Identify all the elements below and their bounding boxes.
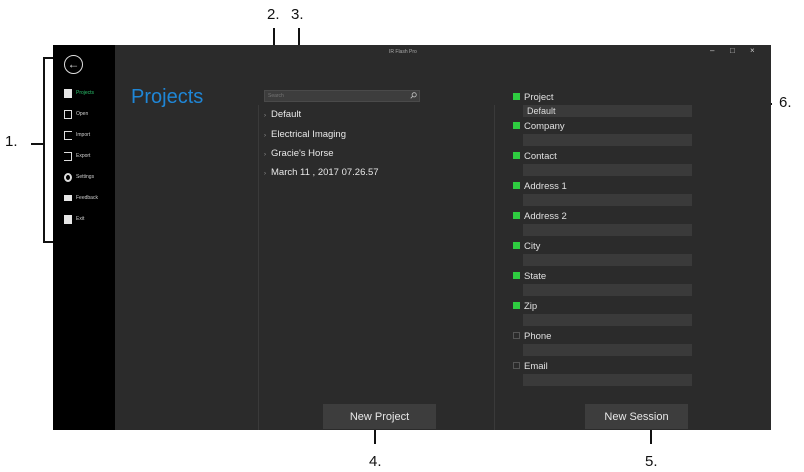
sidebar-item-label: Feedback	[76, 195, 98, 201]
city-checkbox[interactable]	[513, 242, 520, 249]
folder-open-icon	[64, 109, 72, 119]
search-box	[264, 90, 420, 102]
close-icon[interactable]: ×	[750, 46, 755, 55]
field-label: Address 1	[524, 181, 567, 192]
callout-1: 1.	[5, 133, 18, 150]
project-name: Default	[271, 109, 302, 120]
state-checkbox[interactable]	[513, 272, 520, 279]
chevron-right-icon: ›	[264, 152, 266, 158]
import-icon	[64, 130, 72, 140]
field-label: Project	[524, 92, 554, 103]
company-field[interactable]	[523, 134, 692, 146]
field-label: Zip	[524, 301, 538, 312]
list-item[interactable]: › Electrical Imaging	[264, 129, 346, 140]
callout-6: 6.	[779, 94, 792, 111]
minimize-icon[interactable]: –	[710, 46, 714, 55]
field-label: Contact	[524, 151, 557, 162]
zip-checkbox[interactable]	[513, 302, 520, 309]
new-project-button[interactable]: New Project	[323, 404, 436, 429]
sidebar-item-label: Open	[76, 111, 89, 117]
callout-3: 3.	[291, 6, 304, 23]
field-label: Email	[524, 361, 548, 372]
divider-left	[258, 105, 259, 430]
email-checkbox[interactable]	[513, 362, 520, 369]
search-icon[interactable]	[410, 92, 417, 99]
field-label: Company	[524, 121, 565, 132]
divider-right	[494, 105, 495, 430]
back-arrow-icon[interactable]: ←	[64, 55, 83, 74]
list-item[interactable]: › Gracie's Horse	[264, 148, 334, 159]
sidebar-item-feedback[interactable]: Feedback	[64, 191, 98, 205]
sidebar-item-label: Exit	[76, 216, 85, 222]
search-input[interactable]	[268, 91, 408, 101]
export-icon	[64, 151, 72, 161]
chevron-right-icon: ›	[264, 113, 266, 119]
feedback-icon	[64, 195, 72, 201]
field-label: State	[524, 271, 547, 282]
project-name: Gracie's Horse	[271, 148, 334, 159]
project-field[interactable]	[523, 105, 692, 117]
field-label: Address 2	[524, 211, 567, 222]
address-2-field[interactable]	[523, 224, 692, 236]
callout-5: 5.	[645, 453, 658, 470]
project-name: March 11 , 2017 07.26.57	[271, 167, 379, 178]
window-title: IR Flash Pro	[389, 49, 417, 55]
sidebar: ← Projects Open Import Export Settings F…	[53, 45, 115, 430]
gear-icon	[64, 172, 72, 182]
field-label: City	[524, 241, 541, 252]
exit-icon	[64, 214, 72, 224]
address-1-field[interactable]	[523, 194, 692, 206]
city-field[interactable]	[523, 254, 692, 266]
document-icon	[64, 88, 72, 98]
sidebar-item-export[interactable]: Export	[64, 149, 90, 163]
sidebar-item-label: Settings	[76, 174, 95, 180]
chevron-right-icon: ›	[264, 133, 266, 139]
address-1-checkbox[interactable]	[513, 182, 520, 189]
sidebar-item-label: Import	[76, 132, 91, 138]
maximize-icon[interactable]: □	[730, 46, 735, 55]
sidebar-item-projects[interactable]: Projects	[64, 86, 94, 100]
callout-4: 4.	[369, 453, 382, 470]
sidebar-item-label: Export	[76, 153, 91, 159]
callout-1-leader	[31, 143, 43, 145]
new-session-button[interactable]: New Session	[585, 404, 688, 429]
app-window: ← Projects Open Import Export Settings F…	[53, 45, 771, 430]
callout-2: 2.	[267, 6, 280, 23]
chevron-right-icon: ›	[264, 171, 266, 177]
sidebar-item-exit[interactable]: Exit	[64, 212, 84, 226]
list-item[interactable]: › Default	[264, 109, 301, 120]
zip-field[interactable]	[523, 314, 692, 326]
field-label: Phone	[524, 331, 552, 342]
project-name: Electrical Imaging	[271, 129, 346, 140]
phone-field[interactable]	[523, 344, 692, 356]
project-checkbox[interactable]	[513, 93, 520, 100]
contact-checkbox[interactable]	[513, 152, 520, 159]
phone-checkbox[interactable]	[513, 332, 520, 339]
sidebar-item-import[interactable]: Import	[64, 128, 90, 142]
state-field[interactable]	[523, 284, 692, 296]
email-field[interactable]	[523, 374, 692, 386]
sidebar-item-label: Projects	[76, 90, 95, 96]
sidebar-item-settings[interactable]: Settings	[64, 170, 94, 184]
company-checkbox[interactable]	[513, 122, 520, 129]
address-2-checkbox[interactable]	[513, 212, 520, 219]
contact-field[interactable]	[523, 164, 692, 176]
sidebar-item-open[interactable]: Open	[64, 107, 88, 121]
list-item[interactable]: › March 11 , 2017 07.26.57	[264, 167, 379, 178]
page-title: Projects	[131, 86, 204, 108]
